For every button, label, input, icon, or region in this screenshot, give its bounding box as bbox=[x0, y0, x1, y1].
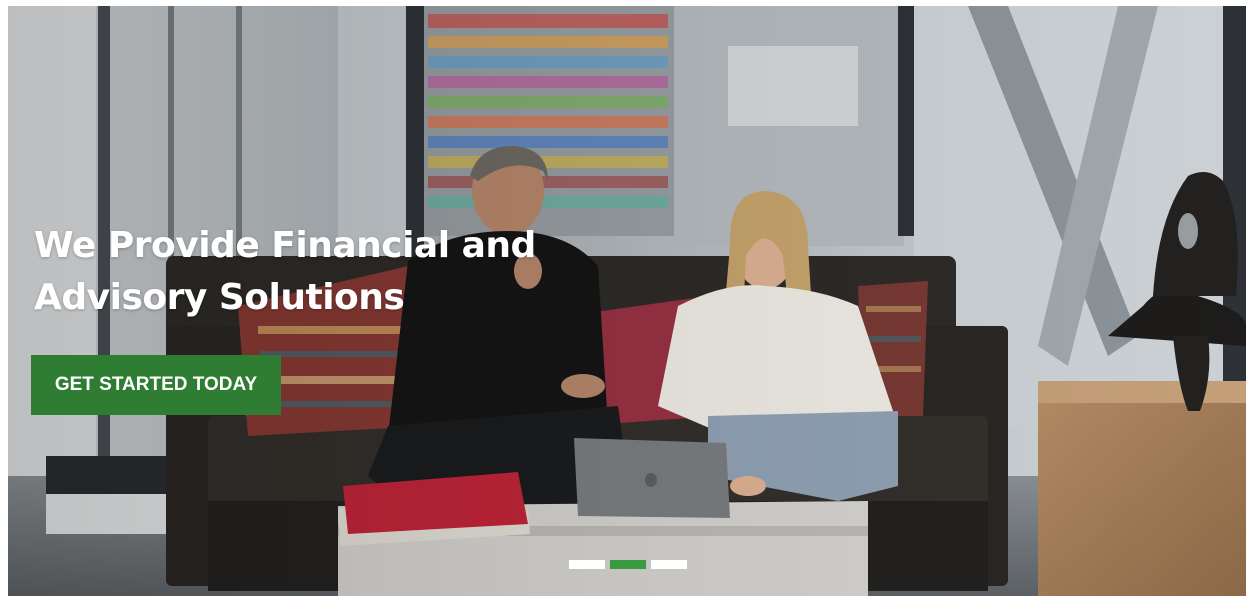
page: We Provide Financial and Advisory Soluti… bbox=[0, 0, 1247, 596]
hero-title: We Provide Financial and Advisory Soluti… bbox=[34, 220, 594, 324]
hero-content: We Provide Financial and Advisory Soluti… bbox=[34, 220, 594, 324]
hero-banner: We Provide Financial and Advisory Soluti… bbox=[8, 6, 1246, 596]
hero-title-line-2: Advisory Solutions bbox=[34, 277, 405, 318]
hero-title-line-1: We Provide Financial and bbox=[34, 225, 536, 266]
slider-dot-2[interactable] bbox=[610, 560, 646, 569]
slider-dot-3[interactable] bbox=[651, 560, 687, 569]
get-started-button[interactable]: GET STARTED TODAY bbox=[31, 355, 281, 415]
slider-dot-1[interactable] bbox=[569, 560, 605, 569]
slider-pagination bbox=[569, 560, 687, 569]
